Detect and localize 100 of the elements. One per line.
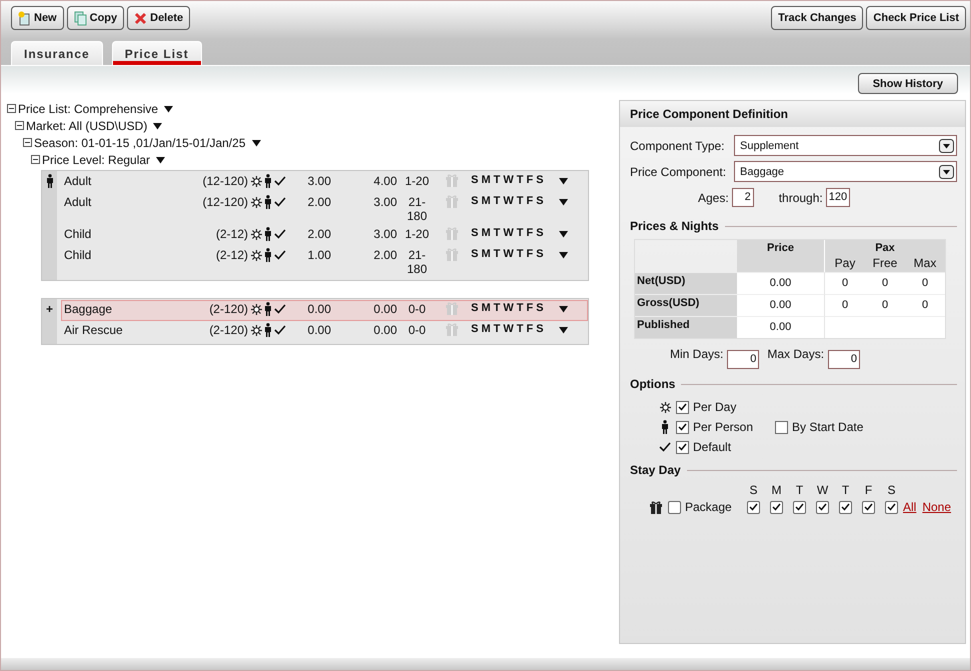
price-row[interactable]: Baggage (2-120) 0.00 0.00 0-0 S M T W T F S xyxy=(61,300,588,321)
day-letter: S xyxy=(536,248,544,260)
copy-button[interactable]: Copy xyxy=(66,6,124,30)
dropdown-caret-icon[interactable] xyxy=(559,305,568,313)
checkbox[interactable] xyxy=(676,400,689,414)
toolbar-button[interactable]: Check Price List xyxy=(866,6,966,30)
column-header: Pay xyxy=(825,254,865,272)
dropdown-caret-icon[interactable] xyxy=(559,230,568,238)
dropdown-caret-icon[interactable] xyxy=(252,138,260,146)
tab[interactable]: Insurance xyxy=(11,41,103,65)
dropdown-caret-icon[interactable] xyxy=(559,177,568,185)
net-price: 1.00 xyxy=(306,248,331,262)
field-label: Min Days: xyxy=(670,347,724,361)
column-header: Max xyxy=(905,254,945,272)
day-letter: F xyxy=(526,227,534,239)
section-title: Prices & Nights xyxy=(630,219,719,233)
row-header: Published xyxy=(635,316,737,338)
collapse-icon[interactable] xyxy=(23,138,32,147)
min-days-field[interactable]: 0 xyxy=(727,350,760,369)
age-range: (12-120) xyxy=(202,195,248,209)
gift-icon xyxy=(446,323,458,336)
day-letter: M xyxy=(481,323,491,335)
day-letter: T xyxy=(494,323,500,335)
max-days-field[interactable]: 0 xyxy=(828,350,860,369)
collapse-icon[interactable] xyxy=(15,121,24,130)
nights-range: 0-0 xyxy=(407,323,427,337)
age-to-field[interactable]: 120 xyxy=(826,188,850,207)
day-letter: S xyxy=(471,174,478,186)
day-letter: T xyxy=(516,302,524,314)
select-field[interactable]: Baggage xyxy=(734,161,957,182)
checkbox[interactable] xyxy=(668,500,681,514)
dropdown-caret-icon[interactable] xyxy=(559,326,568,334)
sun-icon xyxy=(251,196,262,208)
nights-range: 1-20 xyxy=(404,174,430,188)
age-from-field[interactable]: 2 xyxy=(732,188,754,207)
show-history-button[interactable]: Show History xyxy=(858,73,958,94)
document-icon xyxy=(18,10,31,26)
sun-icon xyxy=(251,228,262,240)
tree-label: Season: 01-01-15 ,01/Jan/15-01/Jan/25 xyxy=(34,136,246,150)
price-row[interactable]: Air Rescue (2-120) 0.00 0.00 0-0 S M T W T F S xyxy=(61,321,588,342)
day-letter: W xyxy=(503,323,514,335)
day-letter: T xyxy=(494,302,500,314)
price-row[interactable]: Child (2-12) 1.00 2.00 21-180 S M T W T F S xyxy=(61,246,588,278)
checkbox[interactable] xyxy=(676,440,689,454)
dropdown-caret-icon[interactable] xyxy=(156,156,166,164)
person-icon xyxy=(661,420,669,434)
field-label: Ages: xyxy=(698,190,729,204)
day-letter: F xyxy=(526,248,534,260)
toolbar-button[interactable]: Track Changes xyxy=(771,6,864,30)
checkbox[interactable] xyxy=(676,420,689,434)
checkbox[interactable] xyxy=(747,500,760,514)
column-header: Pax xyxy=(825,240,945,254)
checkbox[interactable] xyxy=(770,500,783,514)
age-range: (2-12) xyxy=(214,248,248,262)
column-header: Price xyxy=(737,240,825,272)
check-icon xyxy=(274,250,286,260)
select-field[interactable]: Supplement xyxy=(734,135,957,156)
sun-icon xyxy=(251,250,262,260)
gift-icon xyxy=(446,248,458,261)
price-row[interactable]: Child (2-12) 2.00 3.00 1-20 S M T W T F S xyxy=(61,225,588,246)
dropdown-caret-icon[interactable] xyxy=(559,251,568,259)
collapse-icon[interactable] xyxy=(7,104,16,113)
price-row[interactable]: Adult (12-120) 2.00 3.00 21-180 S M T W T F S xyxy=(61,193,588,225)
checkbox[interactable] xyxy=(793,500,806,514)
new-button[interactable]: New xyxy=(11,6,64,30)
row-header: Gross(USD) xyxy=(635,294,737,316)
row-name: Child xyxy=(63,227,92,241)
link[interactable]: None xyxy=(922,500,952,514)
age-range: (2-120) xyxy=(208,323,248,337)
row-header: Net(USD) xyxy=(635,272,737,294)
link[interactable]: All xyxy=(903,500,916,514)
row-name: Adult xyxy=(63,195,92,209)
day-label: F xyxy=(864,483,874,497)
checkbox[interactable] xyxy=(775,420,788,434)
collapse-icon[interactable] xyxy=(31,155,40,164)
delete-button[interactable]: Delete xyxy=(127,6,190,30)
field-label: Max Days: xyxy=(767,347,824,361)
checkbox[interactable] xyxy=(885,500,898,514)
person-icon xyxy=(264,227,272,241)
tab[interactable]: Price List xyxy=(112,41,202,65)
day-letter: T xyxy=(516,323,524,335)
check-icon xyxy=(274,304,286,314)
day-letter: S xyxy=(536,195,544,207)
person-icon xyxy=(46,174,54,188)
table-cell: 0 xyxy=(865,272,905,294)
price-row[interactable]: Adult (12-120) 3.00 4.00 1-20 S M T W T F S xyxy=(61,172,588,193)
checkbox[interactable] xyxy=(862,500,875,514)
tree-label: Price Level: Regular xyxy=(42,152,150,166)
sun-icon xyxy=(660,402,670,412)
dropdown-caret-icon[interactable] xyxy=(559,198,568,206)
gross-price: 4.00 xyxy=(372,174,397,188)
day-letter: W xyxy=(503,195,514,207)
checkbox[interactable] xyxy=(839,500,852,514)
day-label: S xyxy=(886,483,896,497)
net-price: 0.00 xyxy=(306,323,331,337)
age-range: (12-120) xyxy=(202,174,248,188)
checkbox[interactable] xyxy=(816,500,829,514)
row-name: Air Rescue xyxy=(63,323,124,337)
net-price: 2.00 xyxy=(306,195,331,209)
person-icon xyxy=(264,174,272,188)
